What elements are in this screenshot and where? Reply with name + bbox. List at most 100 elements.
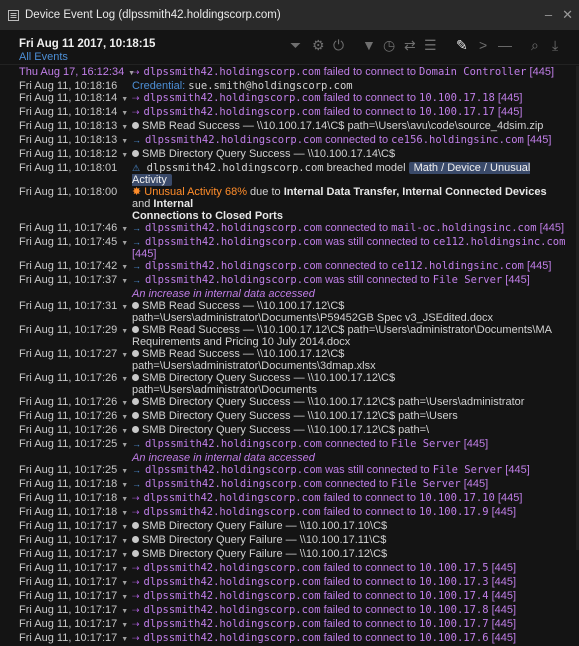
clock-icon[interactable]: ◷: [383, 38, 395, 52]
event-target[interactable]: 10.100.17.18: [419, 92, 495, 104]
event-timestamp[interactable]: Fri Aug 11, 10:17:25 ▼: [0, 438, 132, 452]
device-hostname[interactable]: dlpssmith42.holdingscorp.com: [144, 576, 321, 588]
chevron-down-icon[interactable]: ▼: [119, 124, 128, 131]
log-row[interactable]: Fri Aug 11, 10:17:26 ▼ SMB Directory Quer…: [0, 396, 579, 410]
log-row[interactable]: Fri Aug 11, 10:17:17 ▼ ⇢ dlpssmith42.holdi…: [0, 632, 579, 646]
event-target[interactable]: ce112.holdingsinc.com: [391, 260, 524, 272]
chevron-down-icon[interactable]: ▼: [119, 240, 128, 247]
chevron-down-icon[interactable]: ▼: [119, 414, 128, 421]
dash-icon[interactable]: —: [498, 38, 512, 52]
device-hostname[interactable]: dlpssmith42.holdingscorp.com: [145, 222, 322, 234]
event-timestamp[interactable]: Thu Aug 17, 16:12:34 ▼: [0, 66, 135, 80]
device-hostname[interactable]: dlpssmith42.holdingscorp.com: [145, 274, 322, 286]
device-hostname[interactable]: dlpssmith42.holdingscorp.com: [144, 506, 321, 518]
event-timestamp[interactable]: Fri Aug 11, 10:17:42 ▼: [0, 260, 132, 274]
event-timestamp[interactable]: Fri Aug 11, 10:17:17 ▼: [0, 576, 132, 590]
log-row[interactable]: Fri Aug 11, 10:17:18 ▼ → dlpssmith42.holdi…: [0, 478, 579, 492]
log-row[interactable]: Fri Aug 11, 10:18:13 ▼ SMB Read Success —…: [0, 120, 579, 134]
log-row[interactable]: Fri Aug 11, 10:17:25 ▼ → dlpssmith42.holdi…: [0, 464, 579, 478]
event-target[interactable]: 10.100.17.8: [419, 604, 489, 616]
log-row[interactable]: Fri Aug 11, 10:18:16 Credential: sue.smit…: [0, 80, 579, 92]
event-target[interactable]: File Server: [433, 464, 503, 476]
event-timestamp[interactable]: Fri Aug 11, 10:17:17 ▼: [0, 562, 132, 576]
chevron-down-icon[interactable]: ▼: [119, 96, 128, 103]
log-row[interactable]: Fri Aug 11, 10:17:17 ▼ ⇢ dlpssmith42.holdi…: [0, 590, 579, 604]
device-hostname[interactable]: dlpssmith42.holdingscorp.com: [144, 562, 321, 574]
event-timestamp[interactable]: Fri Aug 11, 10:17:17 ▼: [0, 604, 132, 618]
chevron-down-icon[interactable]: ▼: [119, 496, 128, 503]
arrow-right-icon[interactable]: >: [479, 38, 487, 52]
log-row[interactable]: Fri Aug 11, 10:17:26 ▼ SMB Directory Quer…: [0, 410, 579, 424]
event-target[interactable]: File Server: [391, 438, 461, 450]
list-icon[interactable]: ☰: [424, 38, 437, 52]
log-row[interactable]: Fri Aug 11, 10:17:42 ▼ → dlpssmith42.holdi…: [0, 260, 579, 274]
device-hostname[interactable]: dlpssmith42.holdingscorp.com: [147, 162, 324, 174]
device-hostname[interactable]: dlpssmith42.holdingscorp.com: [144, 632, 321, 644]
chevron-down-icon[interactable]: ▼: [119, 482, 128, 489]
chevron-down-icon[interactable]: ▼: [119, 376, 128, 383]
device-hostname[interactable]: dlpssmith42.holdingscorp.com: [144, 618, 321, 630]
event-target[interactable]: 10.100.17.10: [419, 492, 495, 504]
event-timestamp[interactable]: Fri Aug 11, 10:17:31 ▼: [0, 300, 132, 314]
chevron-down-icon[interactable]: ▼: [119, 608, 128, 615]
log-row[interactable]: Fri Aug 11, 10:18:14 ▼ ⇢ dlpssmith42.holdi…: [0, 106, 579, 120]
event-timestamp[interactable]: Fri Aug 11, 10:18:01: [0, 162, 132, 174]
log-row[interactable]: Fri Aug 11, 10:17:18 ▼ ⇢ dlpssmith42.holdi…: [0, 506, 579, 520]
chevron-down-icon[interactable]: ▼: [119, 226, 128, 233]
event-timestamp[interactable]: Fri Aug 11, 10:17:18 ▼: [0, 478, 132, 492]
swap-icon[interactable]: ⇄: [404, 38, 416, 52]
chevron-down-icon[interactable]: ▼: [119, 110, 128, 117]
event-timestamp[interactable]: Fri Aug 11, 10:18:16: [0, 80, 132, 92]
search-icon[interactable]: ⌕: [531, 38, 539, 52]
log-row[interactable]: Fri Aug 11, 10:17:18 ▼ ⇢ dlpssmith42.holdi…: [0, 492, 579, 506]
funnel-icon[interactable]: ▼: [362, 38, 376, 52]
event-target[interactable]: 10.100.17.9: [419, 506, 489, 518]
chevron-down-icon[interactable]: ▼: [119, 594, 128, 601]
event-timestamp[interactable]: Fri Aug 11, 10:17:17 ▼: [0, 590, 132, 604]
power-icon[interactable]: ⏻: [333, 38, 344, 52]
device-hostname[interactable]: dlpssmith42.holdingscorp.com: [145, 134, 322, 146]
log-row[interactable]: Fri Aug 11, 10:17:29 ▼ SMB Read Success —…: [0, 324, 579, 348]
log-row[interactable]: Fri Aug 11, 10:17:31 ▼ SMB Read Success —…: [0, 300, 579, 324]
chevron-down-icon[interactable]: ▼: [119, 552, 128, 559]
event-timestamp[interactable]: Fri Aug 11, 10:17:29 ▼: [0, 324, 132, 338]
event-target[interactable]: 10.100.17.4: [419, 590, 489, 602]
event-timestamp[interactable]: Fri Aug 11, 10:17:17 ▼: [0, 520, 132, 534]
device-hostname[interactable]: dlpssmith42.holdingscorp.com: [145, 260, 322, 272]
event-timestamp[interactable]: Fri Aug 11, 10:17:17 ▼: [0, 618, 132, 632]
event-target[interactable]: 10.100.17.5: [419, 562, 489, 574]
log-row[interactable]: Fri Aug 11, 10:17:26 ▼ SMB Directory Quer…: [0, 424, 579, 438]
log-row[interactable]: Fri Aug 11, 10:18:14 ▼ ⇢ dlpssmith42.holdi…: [0, 92, 579, 106]
log-row[interactable]: Fri Aug 11, 10:17:17 ▼ ⇢ dlpssmith42.holdi…: [0, 576, 579, 590]
event-timestamp[interactable]: Fri Aug 11, 10:18:00: [0, 186, 132, 198]
chevron-down-icon[interactable]: ▼: [119, 264, 128, 271]
event-timestamp[interactable]: Fri Aug 11, 10:18:14 ▼: [0, 106, 132, 120]
chevron-down-icon[interactable]: ▼: [119, 278, 128, 285]
chevron-down-icon[interactable]: ▼: [119, 538, 128, 545]
event-target[interactable]: File Server: [391, 478, 461, 490]
close-icon[interactable]: ✕: [562, 7, 573, 23]
event-target[interactable]: ce156.holdingsinc.com: [391, 134, 524, 146]
event-target[interactable]: 10.100.17.17: [419, 106, 495, 118]
event-timestamp[interactable]: Fri Aug 11, 10:17:17 ▼: [0, 534, 132, 548]
log-row[interactable]: Fri Aug 11, 10:17:17 ▼ SMB Directory Quer…: [0, 534, 579, 548]
event-timestamp[interactable]: Fri Aug 11, 10:18:14 ▼: [0, 92, 132, 106]
log-row[interactable]: Fri Aug 11, 10:17:17 ▼ ⇢ dlpssmith42.holdi…: [0, 562, 579, 576]
chevron-down-icon[interactable]: ▼: [119, 428, 128, 435]
chevron-down-icon[interactable]: ▼: [119, 524, 128, 531]
chevron-down-icon[interactable]: ▼: [119, 304, 128, 311]
chevron-down-icon[interactable]: ▼: [119, 510, 128, 517]
event-timestamp[interactable]: Fri Aug 11, 10:17:25 ▼: [0, 464, 132, 478]
event-timestamp[interactable]: Fri Aug 11, 10:17:17 ▼: [0, 632, 132, 646]
device-hostname[interactable]: dlpssmith42.holdingscorp.com: [144, 66, 321, 78]
event-target[interactable]: mail-oc.holdingsinc.com: [391, 222, 536, 234]
log-row[interactable]: Fri Aug 11, 10:18:00 ✸ Unusual Activity 6…: [0, 186, 579, 222]
chevron-down-icon[interactable]: ▼: [119, 636, 128, 643]
chevron-down-icon[interactable]: ▼: [119, 442, 128, 449]
event-timestamp[interactable]: Fri Aug 11, 10:17:17 ▼: [0, 548, 132, 562]
log-row[interactable]: Fri Aug 11, 10:17:46 ▼ → dlpssmith42.holdi…: [0, 222, 579, 236]
log-row[interactable]: Fri Aug 11, 10:17:45 ▼ → dlpssmith42.holdi…: [0, 236, 579, 260]
chevron-down-icon[interactable]: ▼: [119, 152, 128, 159]
event-target[interactable]: ce112.holdingsinc.com: [433, 236, 566, 248]
device-hostname[interactable]: dlpssmith42.holdingscorp.com: [144, 492, 321, 504]
